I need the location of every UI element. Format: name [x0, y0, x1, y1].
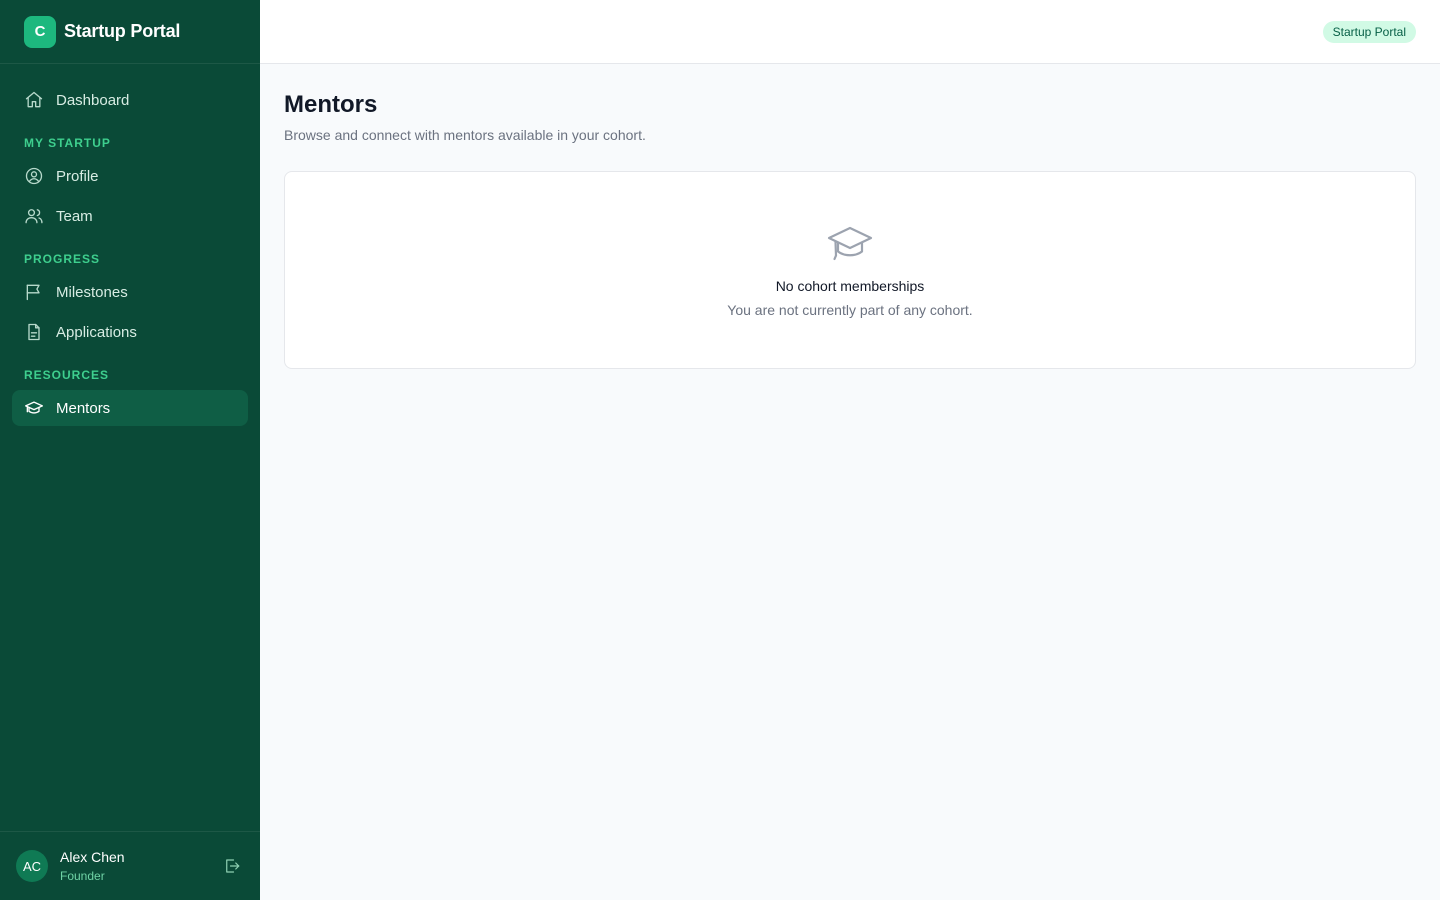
- main-content: Mentors Browse and connect with mentors …: [284, 64, 1416, 369]
- sidebar-nav: Dashboard MY STARTUP Profile Team PROGRE…: [0, 64, 260, 831]
- topbar: Startup Portal: [260, 0, 1440, 64]
- sidebar-item-milestones[interactable]: Milestones: [12, 274, 248, 310]
- logout-icon: [226, 859, 240, 873]
- empty-state-message: You are not currently part of any cohort…: [727, 302, 973, 318]
- sidebar-item-dashboard[interactable]: Dashboard: [12, 82, 248, 118]
- users-icon: [25, 209, 43, 224]
- portal-badge: Startup Portal: [1322, 20, 1416, 43]
- sidebar-item-label: Dashboard: [56, 91, 130, 109]
- user-role: Founder: [60, 869, 105, 883]
- brand-logo: C: [24, 15, 56, 48]
- empty-state-card: No cohort memberships You are not curren…: [284, 171, 1416, 369]
- avatar[interactable]: AC: [16, 850, 48, 882]
- user-box: AC Alex Chen Founder: [0, 831, 260, 900]
- home-icon: [25, 91, 43, 108]
- page-subtitle: Browse and connect with mentors availabl…: [284, 127, 646, 143]
- sidebar-item-profile[interactable]: Profile: [12, 158, 248, 194]
- graduation-cap-icon: [25, 401, 43, 414]
- section-title-my-startup: MY STARTUP: [24, 136, 111, 150]
- section-title-resources: RESOURCES: [24, 368, 110, 382]
- logout-button[interactable]: [220, 854, 244, 878]
- sidebar-item-team[interactable]: Team: [12, 198, 248, 234]
- sidebar-item-label: Team: [56, 207, 93, 225]
- sidebar-item-label: Mentors: [56, 399, 111, 417]
- sidebar-item-label: Profile: [56, 167, 99, 185]
- sidebar-item-mentors[interactable]: Mentors: [12, 390, 248, 426]
- flag-icon: [26, 284, 40, 301]
- brand-name: Startup Portal: [64, 21, 181, 41]
- graduation-cap-icon: [827, 224, 873, 264]
- sidebar-item-label: Milestones: [56, 283, 128, 301]
- empty-state-title: No cohort memberships: [775, 278, 925, 294]
- user-name: Alex Chen: [60, 849, 125, 865]
- page-title: Mentors: [284, 91, 378, 118]
- sidebar-item-applications[interactable]: Applications: [12, 314, 248, 350]
- document-icon: [28, 323, 40, 341]
- sidebar-item-label: Applications: [56, 323, 137, 341]
- brand[interactable]: C Startup Portal: [0, 0, 260, 64]
- sidebar: C Startup Portal Dashboard MY STARTUP Pr…: [0, 0, 260, 900]
- section-title-progress: PROGRESS: [24, 252, 101, 266]
- user-meta: Alex Chen Founder: [60, 848, 220, 884]
- user-circle-icon: [25, 167, 43, 185]
